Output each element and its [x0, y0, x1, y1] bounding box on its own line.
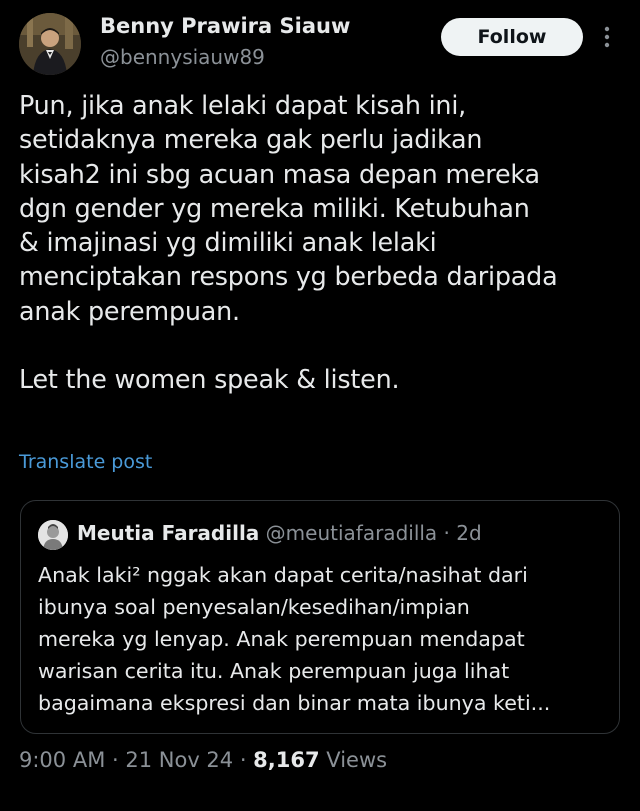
- views-label: Views: [319, 748, 388, 772]
- post-time[interactable]: 9:00 AM: [19, 748, 105, 772]
- author-avatar[interactable]: [19, 13, 81, 75]
- meta-separator: ·: [105, 748, 126, 772]
- author-avatar-image: [19, 13, 81, 75]
- quoted-separator: ·: [437, 521, 457, 545]
- quoted-post-header: Meutia Faradilla @meutiafaradilla · 2d: [77, 521, 482, 545]
- quoted-post-age: 2d: [456, 521, 482, 545]
- quoted-post-text: Anak laki² nggak akan dapat cerita/nasih…: [38, 563, 551, 715]
- quoted-author-handle: @meutiafaradilla: [265, 521, 438, 545]
- translate-post-link[interactable]: Translate post: [19, 451, 152, 473]
- post-date[interactable]: 21 Nov 24: [125, 748, 233, 772]
- more-vertical-icon[interactable]: [600, 24, 614, 50]
- views-count: 8,167: [253, 748, 320, 772]
- quoted-author-name: Meutia Faradilla: [77, 521, 260, 545]
- author-name[interactable]: Benny Prawira Siauw: [100, 14, 350, 38]
- quoted-author-avatar: [38, 520, 68, 550]
- post-header: Benny Prawira Siauw @bennysiauw89 Follow: [0, 0, 640, 80]
- meta-separator: ·: [233, 748, 254, 772]
- post-text: Pun, jika anak lelaki dapat kisah ini, s…: [19, 90, 558, 395]
- follow-button[interactable]: Follow: [441, 18, 583, 56]
- post-metadata: 9:00 AM · 21 Nov 24 · 8,167 Views: [19, 748, 387, 772]
- quoted-post-card[interactable]: Meutia Faradilla @meutiafaradilla · 2d A…: [20, 500, 620, 734]
- author-handle[interactable]: @bennysiauw89: [100, 45, 265, 69]
